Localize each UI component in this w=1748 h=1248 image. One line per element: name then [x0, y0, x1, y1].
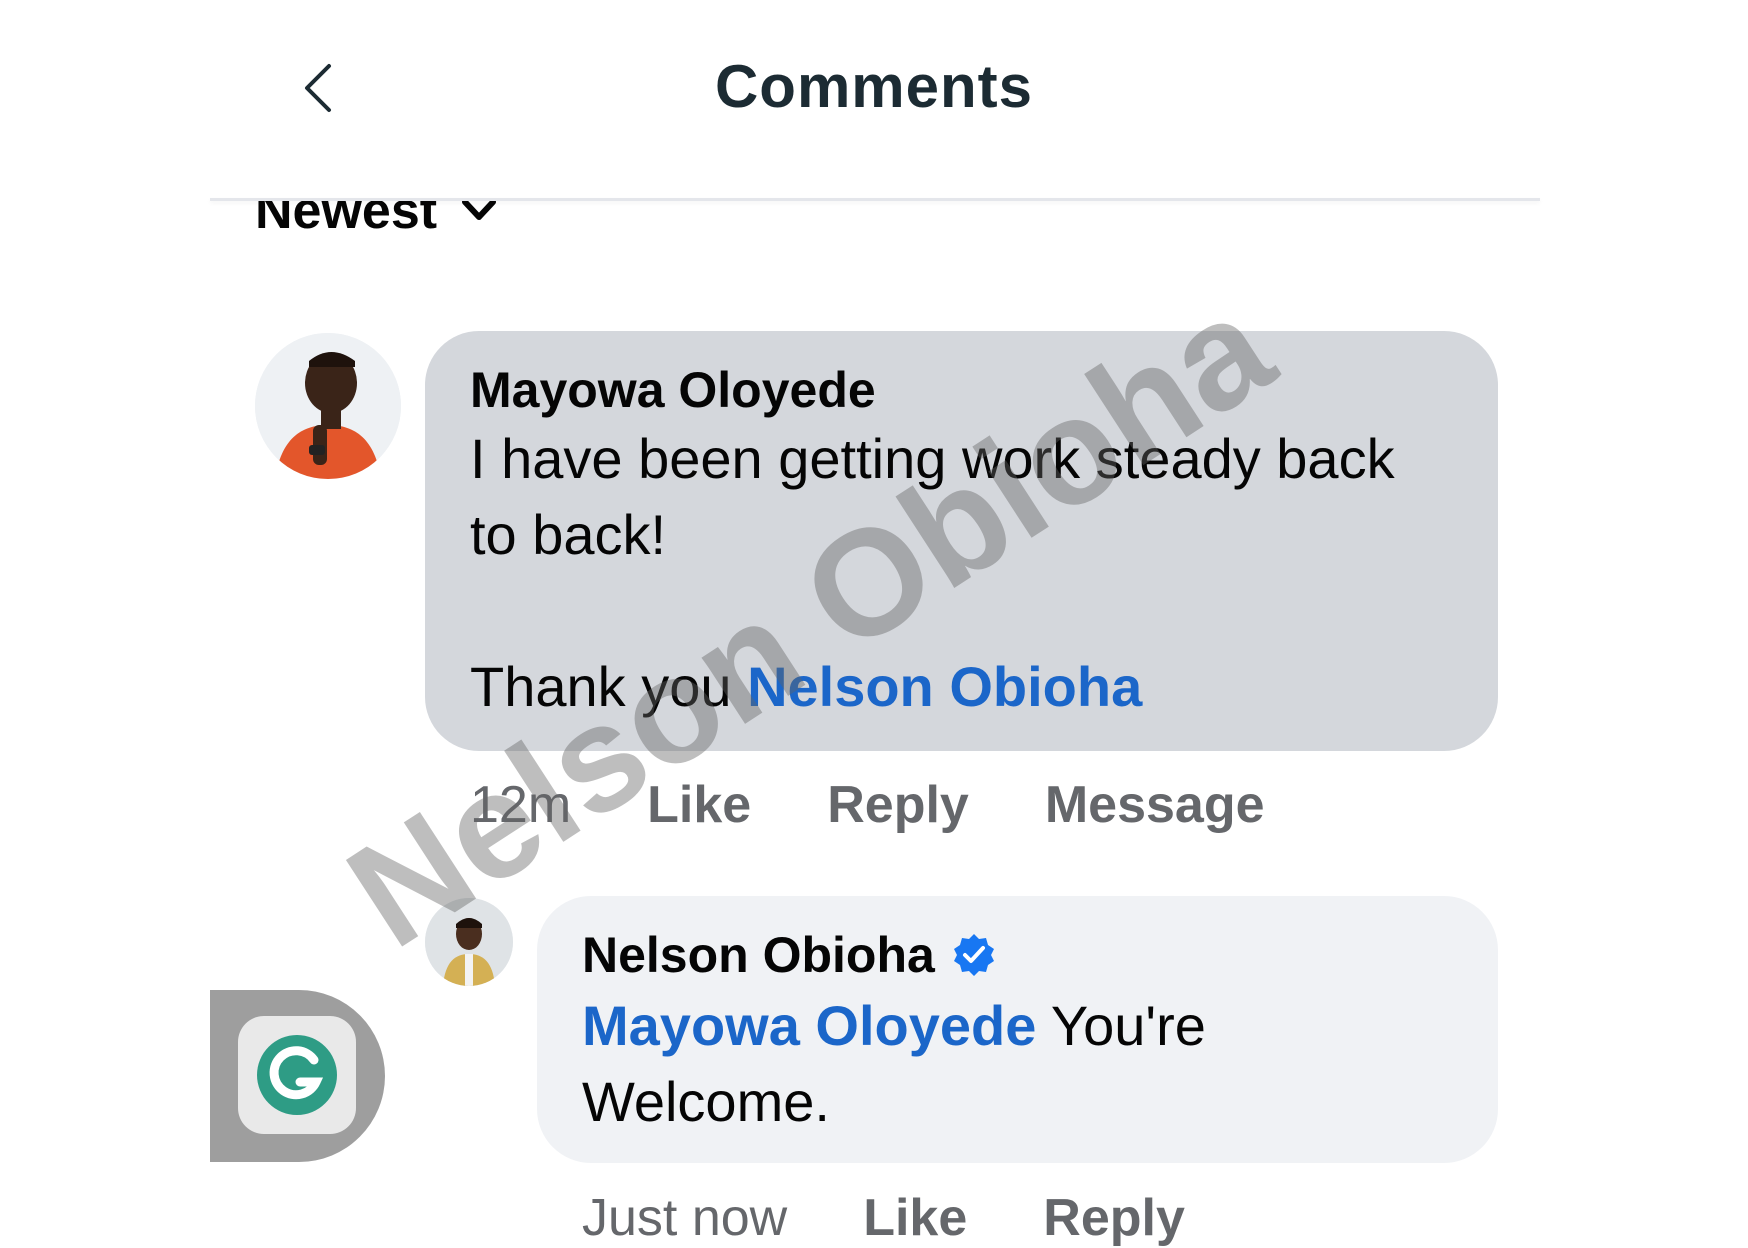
- comment-actions: 12m Like Reply Message: [470, 775, 1265, 835]
- comment-text-line-1: I have been getting work steady back: [470, 427, 1395, 490]
- verified-badge-icon: [951, 932, 997, 978]
- reply-author-line: Nelson Obioha: [582, 926, 997, 984]
- profile-photo-nelson: [425, 898, 513, 986]
- mention-link[interactable]: Nelson Obioha: [747, 655, 1142, 718]
- chevron-down-icon: [462, 201, 497, 220]
- page-title: Comments: [714, 53, 1034, 120]
- comment-timestamp: 12m: [470, 776, 572, 834]
- sort-dropdown[interactable]: Newest: [255, 201, 499, 241]
- reply-button[interactable]: Reply: [827, 775, 969, 835]
- reply-bubble[interactable]: Nelson Obioha Mayowa Oloyede You're Welc…: [537, 896, 1498, 1163]
- profile-photo-mayowa: [255, 333, 401, 479]
- sort-label: Newest: [255, 201, 438, 240]
- reply-button[interactable]: Reply: [1043, 1188, 1185, 1248]
- comments-screen: Comments Newest Mayowa Oloyede I have be…: [0, 0, 1748, 1247]
- grammarly-button[interactable]: [210, 990, 385, 1162]
- reply-author[interactable]: Nelson Obioha: [582, 927, 935, 983]
- message-button[interactable]: Message: [1045, 775, 1265, 835]
- reply-text-line-2: Welcome.: [582, 1070, 830, 1133]
- avatar-nelson[interactable]: [425, 898, 513, 986]
- comment-text-line-2: to back!: [470, 503, 667, 566]
- avatar-mayowa[interactable]: [255, 333, 401, 479]
- like-button[interactable]: Like: [647, 775, 751, 835]
- mention-link[interactable]: Mayowa Oloyede: [582, 994, 1036, 1057]
- grammarly-icon: [238, 1016, 356, 1134]
- reply-text: You're: [1036, 994, 1206, 1057]
- like-button[interactable]: Like: [863, 1188, 967, 1248]
- comment-bubble[interactable]: Mayowa Oloyede I have been getting work …: [425, 331, 1498, 751]
- comment-author[interactable]: Mayowa Oloyede: [470, 361, 876, 419]
- reply-timestamp: Just now: [582, 1189, 788, 1247]
- sort-clip: Newest: [210, 201, 710, 261]
- reply-text-line-1: Mayowa Oloyede You're: [582, 988, 1206, 1064]
- comment-text-thanks: Thank you: [470, 655, 732, 718]
- comment-text-thanks-line: Thank you Nelson Obioha: [470, 649, 1142, 725]
- reply-actions: Just now Like Reply: [582, 1188, 1185, 1248]
